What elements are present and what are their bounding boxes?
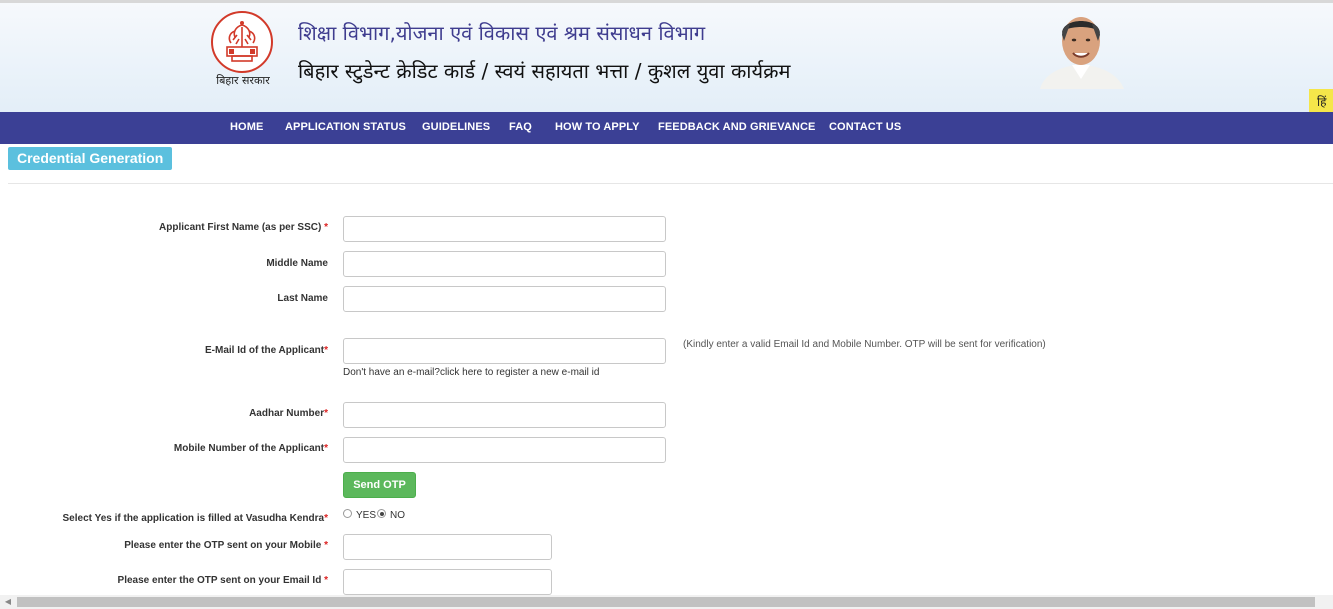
nav-contact-us[interactable]: CONTACT US xyxy=(829,112,901,143)
radio-no-label: NO xyxy=(390,510,405,521)
otp-mobile-input[interactable] xyxy=(343,534,552,560)
section-title-badge: Credential Generation xyxy=(8,147,173,170)
otp-email-label: Please enter the OTP sent on your Email … xyxy=(118,575,328,586)
emblem-seal-icon xyxy=(211,11,273,73)
scroll-left-arrow-icon[interactable]: ◀ xyxy=(2,595,14,609)
site-header: बिहार सरकार शिक्षा विभाग,योजना एवं विकास… xyxy=(0,0,1333,115)
required-mark: * xyxy=(324,408,328,419)
nav-feedback-and-grievance[interactable]: FEEDBACK AND GRIEVANCE xyxy=(658,112,815,143)
required-mark: * xyxy=(324,540,328,551)
send-otp-button[interactable]: Send OTP xyxy=(343,472,416,498)
radio-yes-label: YES xyxy=(356,510,377,521)
vasudha-kendra-label: Select Yes if the application is filled … xyxy=(63,513,328,524)
vasudha-kendra-label-text: Select Yes if the application is filled … xyxy=(62,513,325,524)
first-name-label: Applicant First Name (as per SSC) * xyxy=(159,222,328,233)
section-divider xyxy=(8,183,1333,184)
aadhar-label: Aadhar Number* xyxy=(249,408,328,419)
horizontal-scrollbar[interactable]: ◀ xyxy=(0,595,1333,609)
middle-name-input[interactable] xyxy=(343,251,666,277)
emblem-caption: बिहार सरकार xyxy=(216,74,270,87)
otp-mobile-label: Please enter the OTP sent on your Mobile… xyxy=(124,540,328,551)
nav-application-status[interactable]: APPLICATION STATUS xyxy=(285,112,406,143)
required-mark: * xyxy=(324,513,328,524)
required-mark: * xyxy=(324,443,328,454)
mobile-label: Mobile Number of the Applicant* xyxy=(174,443,328,454)
scroll-thumb[interactable] xyxy=(17,597,1315,607)
otp-mobile-label-text: Please enter the OTP sent on your Mobile xyxy=(124,540,322,551)
required-mark: * xyxy=(324,222,328,233)
required-mark: * xyxy=(324,575,328,586)
nav-home[interactable]: HOME xyxy=(230,112,263,143)
middle-name-label: Middle Name xyxy=(266,258,328,269)
nav-guidelines[interactable]: GUIDELINES xyxy=(422,112,490,143)
chief-minister-portrait xyxy=(1030,7,1132,89)
main-navigation: HOME APPLICATION STATUS GUIDELINES FAQ H… xyxy=(0,112,1333,144)
otp-email-input[interactable] xyxy=(343,569,552,595)
register-email-link[interactable]: Don't have an e-mail?click here to regis… xyxy=(343,367,599,378)
first-name-label-text: Applicant First Name (as per SSC) xyxy=(159,222,322,233)
aadhar-label-text: Aadhar Number xyxy=(249,408,325,419)
otp-email-label-text: Please enter the OTP sent on your Email … xyxy=(117,575,322,586)
email-label: E-Mail Id of the Applicant* xyxy=(205,345,328,356)
last-name-label: Last Name xyxy=(277,293,328,304)
first-name-input[interactable] xyxy=(343,216,666,242)
required-mark: * xyxy=(324,345,328,356)
nav-faq[interactable]: FAQ xyxy=(509,112,532,143)
mobile-input[interactable] xyxy=(343,437,666,463)
email-input[interactable] xyxy=(343,338,666,364)
bihar-government-emblem: बिहार सरकार xyxy=(210,11,276,95)
mobile-label-text: Mobile Number of the Applicant xyxy=(173,443,325,454)
email-hint: (Kindly enter a valid Email Id and Mobil… xyxy=(683,339,1046,350)
aadhar-input[interactable] xyxy=(343,402,666,428)
last-name-input[interactable] xyxy=(343,286,666,312)
email-label-text: E-Mail Id of the Applicant xyxy=(205,345,325,356)
radio-no[interactable] xyxy=(377,509,386,518)
radio-yes[interactable] xyxy=(343,509,352,518)
department-title: शिक्षा विभाग,योजना एवं विकास एवं श्रम सं… xyxy=(298,21,706,45)
nav-how-to-apply[interactable]: HOW TO APPLY xyxy=(555,112,640,143)
scheme-title: बिहार स्टुडेन्ट क्रेडिट कार्ड / स्वयं सह… xyxy=(298,59,791,83)
